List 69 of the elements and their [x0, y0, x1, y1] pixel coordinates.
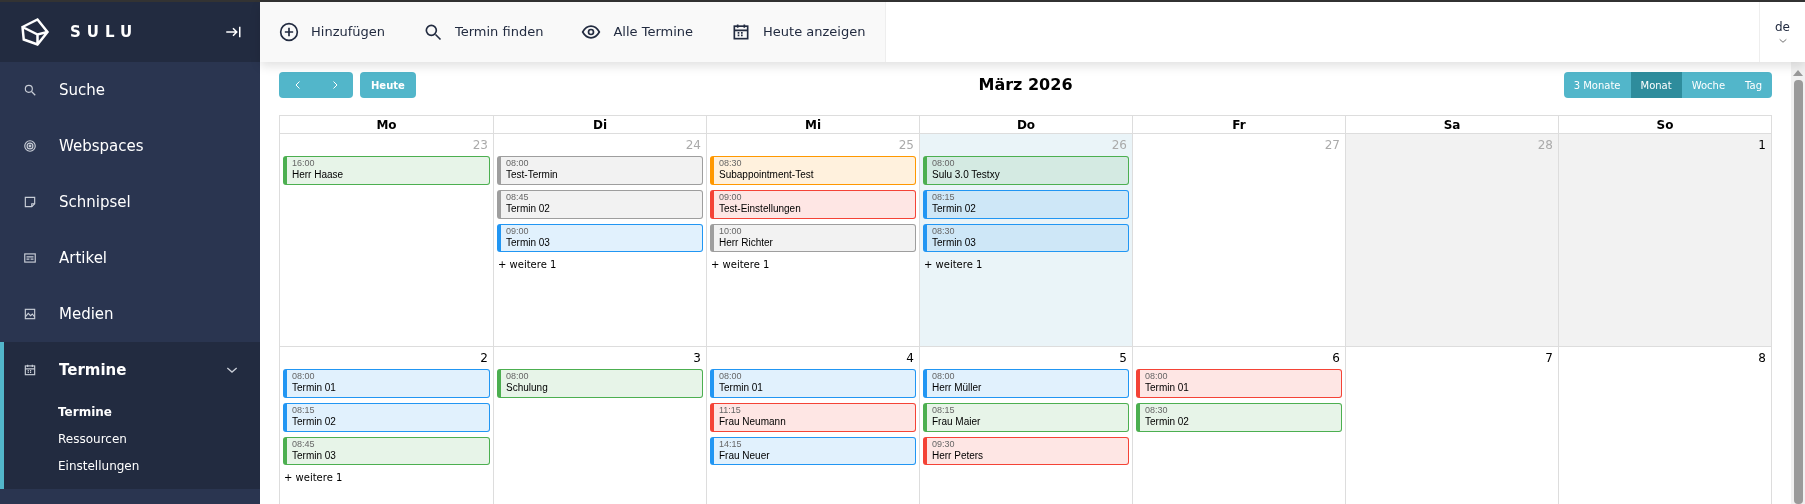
calendar-icon — [23, 363, 37, 377]
appointment[interactable]: 08:15 Termin 02 — [923, 189, 1129, 219]
day-number: 7 — [1545, 350, 1554, 367]
article-icon — [23, 251, 37, 265]
appointment[interactable]: 08:00 Test-Termin — [497, 156, 703, 185]
appointment[interactable]: 08:00 Termin 01 — [283, 369, 490, 398]
nav-item[interactable]: Schnipsel — [0, 174, 260, 230]
target-icon — [23, 139, 37, 153]
weekday-header: Mo — [375, 117, 398, 134]
nav-item[interactable]: Termine — [4, 342, 260, 398]
calendar-title: März 2026 — [978, 74, 1073, 96]
appointment[interactable]: 14:15 Frau Neuer — [710, 436, 916, 466]
nav-item[interactable]: Medien — [0, 286, 260, 342]
toolbar-button[interactable]: Alle Termine — [581, 22, 694, 42]
day-number: 1 — [1758, 137, 1767, 154]
day-number: 28 — [1537, 137, 1554, 154]
note-icon — [23, 195, 37, 209]
day-number: 26 — [1111, 137, 1128, 154]
day-number: 4 — [906, 350, 915, 367]
day-number: 25 — [898, 137, 915, 154]
nav-subitem[interactable]: Termine — [4, 398, 260, 425]
toolbar-button[interactable]: Termin finden — [423, 22, 544, 42]
logo-icon — [18, 17, 52, 47]
more-link[interactable]: + weitere 1 — [283, 470, 343, 486]
eye-icon — [581, 22, 602, 42]
toolbar-button[interactable]: Heute anzeigen — [731, 22, 866, 42]
day-number: 2 — [480, 350, 489, 367]
logo-text: SULU — [70, 21, 139, 43]
more-link[interactable]: + weitere 1 — [923, 257, 983, 273]
toolbar-button[interactable]: Hinzufügen — [279, 22, 385, 42]
day-number: 3 — [693, 350, 702, 367]
appointment[interactable]: 16:00 Herr Haase — [283, 156, 490, 185]
nav-subitem[interactable]: Einstellungen — [4, 452, 260, 479]
day-number: 6 — [1332, 350, 1341, 367]
appointment[interactable]: 08:45 Termin 03 — [283, 436, 490, 466]
view-tab[interactable]: Monat — [1630, 72, 1682, 98]
appointment[interactable]: 09:00 Test-Einstellungen — [710, 189, 916, 219]
appointment[interactable]: 08:30 Subappointment-Test — [710, 156, 916, 185]
nav-item[interactable]: Webspaces — [0, 118, 260, 174]
nav-subitem[interactable]: Ressourcen — [4, 425, 260, 452]
appointment[interactable]: 08:00 Herr Müller — [923, 369, 1129, 398]
search-icon — [23, 83, 37, 97]
more-link[interactable]: + weitere 1 — [497, 257, 557, 273]
appointment[interactable]: 08:00 Termin 01 — [710, 369, 916, 398]
day-number: 23 — [472, 137, 489, 154]
more-link[interactable]: + weitere 1 — [710, 257, 770, 273]
appointment[interactable]: 08:15 Frau Maier — [923, 402, 1129, 432]
appointment[interactable]: 09:00 Termin 03 — [497, 223, 703, 253]
search-icon — [423, 22, 443, 42]
image-icon — [23, 307, 37, 321]
day-number: 8 — [1758, 350, 1767, 367]
day-number: 24 — [685, 137, 702, 154]
appointment[interactable]: 08:15 Termin 02 — [283, 402, 490, 432]
appointment[interactable]: 08:45 Termin 02 — [497, 189, 703, 219]
nav-item[interactable]: Artikel — [0, 230, 260, 286]
appointment[interactable]: 08:00 Schulung — [497, 369, 703, 398]
calendar-icon — [731, 22, 752, 42]
day-number: 27 — [1324, 137, 1341, 154]
appointment[interactable]: 10:00 Herr Richter — [710, 223, 916, 253]
appointment[interactable]: 11:15 Frau Neumann — [710, 402, 916, 432]
appointment[interactable]: 08:30 Termin 03 — [923, 223, 1129, 253]
scrollbar[interactable] — [1791, 62, 1805, 504]
plus-icon — [279, 22, 299, 42]
appointment[interactable]: 09:30 Herr Peters — [923, 436, 1129, 466]
appointment[interactable]: 08:30 Termin 02 — [1136, 402, 1342, 432]
appointment[interactable]: 08:00 Sulu 3.0 Testxy — [923, 156, 1129, 185]
nav-item[interactable]: Suche — [0, 62, 260, 118]
appointment[interactable]: 08:00 Termin 01 — [1136, 369, 1342, 398]
day-number: 5 — [1119, 350, 1128, 367]
